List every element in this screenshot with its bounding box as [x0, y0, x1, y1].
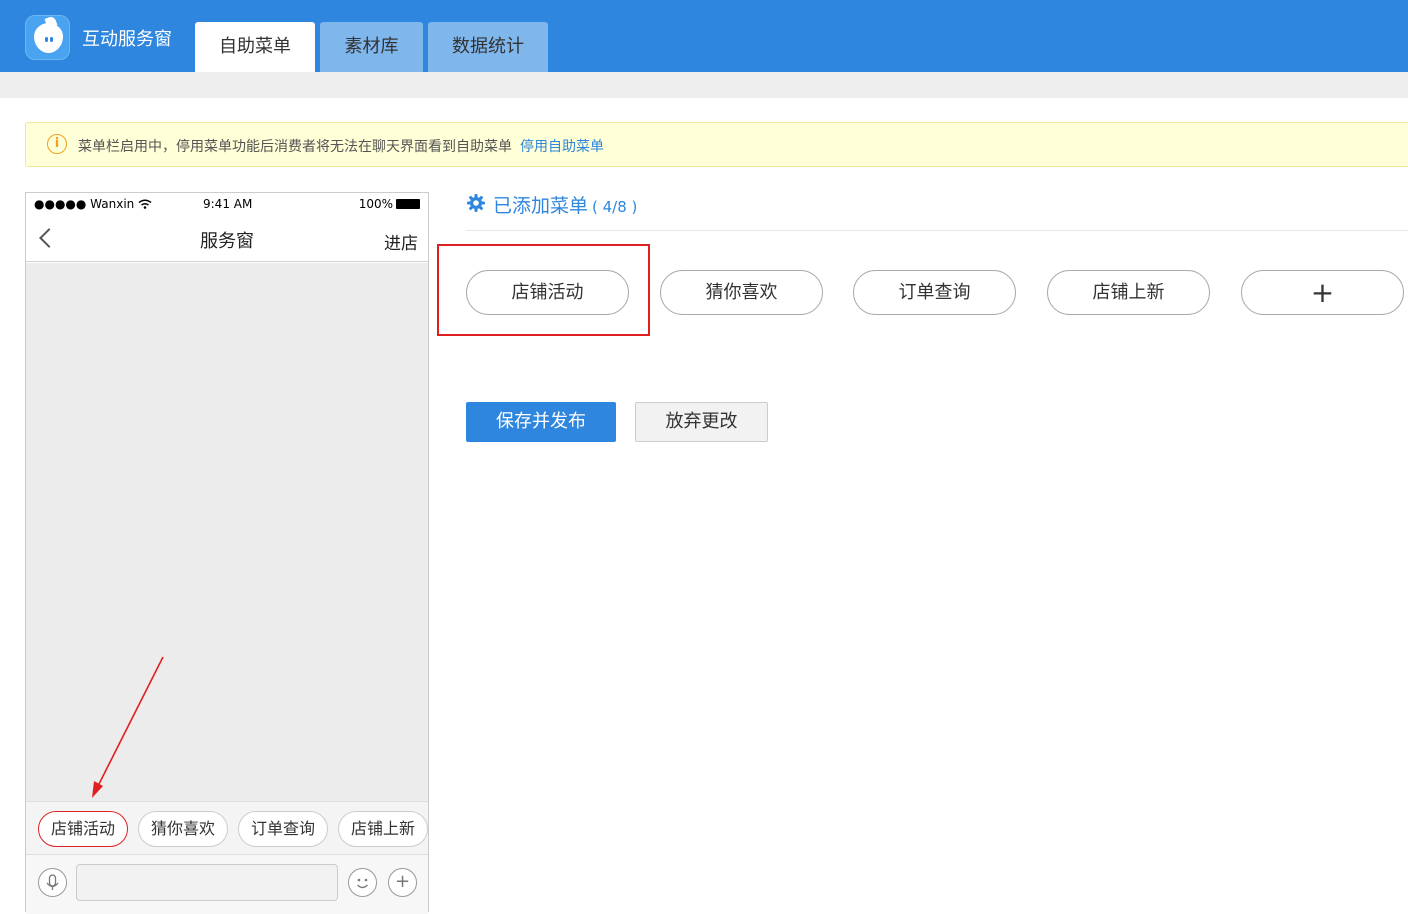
message-input[interactable] — [76, 864, 338, 901]
phone-menu-chip[interactable]: 店铺上新 — [338, 811, 428, 847]
menu-count: ( 4/8 ) — [592, 198, 638, 216]
notice-message: 菜单栏启用中，停用菜单功能后消费者将无法在聊天界面看到自助菜单 — [78, 139, 512, 155]
section-title: 已添加菜单( 4/8 ) — [493, 195, 638, 217]
tab-data-statistics[interactable]: 数据统计 — [428, 22, 548, 72]
battery-icon — [396, 199, 420, 209]
phone-preview: ●●●●● Wanxin 9:41 AM 100% 服务窗 进店 店铺活动 猜你… — [25, 192, 429, 914]
add-menu-button[interactable]: + — [1241, 270, 1404, 315]
phone-menu-chip[interactable]: 猜你喜欢 — [138, 811, 228, 847]
notice-banner: i 菜单栏启用中，停用菜单功能后消费者将无法在聊天界面看到自助菜单 停用自助菜单 — [25, 122, 1408, 167]
phone-menu-strip: 店铺活动 猜你喜欢 订单查询 店铺上新 — [26, 801, 428, 854]
phone-input-bar: + — [26, 854, 428, 914]
app-title: 互动服务窗 — [82, 29, 172, 50]
emoji-icon[interactable] — [348, 868, 377, 897]
section-divider — [466, 230, 1408, 231]
menu-item-button[interactable]: 店铺上新 — [1047, 270, 1210, 315]
microphone-icon[interactable] — [38, 868, 67, 897]
phone-status-bar: ●●●●● Wanxin 9:41 AM 100% — [26, 193, 428, 215]
app-logo-icon — [25, 15, 70, 60]
tab-material-library[interactable]: 素材库 — [320, 22, 423, 72]
discard-changes-button[interactable]: 放弃更改 — [635, 402, 768, 442]
phone-nav-title: 服务窗 — [200, 231, 254, 252]
phone-nav-bar: 服务窗 进店 — [26, 215, 428, 262]
menu-item-button[interactable]: 订单查询 — [853, 270, 1016, 315]
gear-icon — [467, 194, 485, 212]
info-icon: i — [47, 134, 67, 154]
status-time: 9:41 AM — [203, 197, 253, 211]
carrier-label: ●●●●● Wanxin — [34, 197, 152, 211]
phone-menu-chip[interactable]: 店铺活动 — [38, 811, 128, 847]
save-publish-button[interactable]: 保存并发布 — [466, 402, 616, 442]
menu-item-button[interactable]: 猜你喜欢 — [660, 270, 823, 315]
add-attachment-icon[interactable]: + — [388, 868, 417, 897]
battery-indicator: 100% — [359, 197, 420, 211]
phone-menu-chip[interactable]: 订单查询 — [238, 811, 328, 847]
tab-self-service-menu[interactable]: 自助菜单 — [195, 22, 315, 72]
disable-menu-link[interactable]: 停用自助菜单 — [520, 139, 604, 155]
chat-area — [26, 263, 428, 801]
sub-bar — [0, 72, 1408, 98]
top-bar: 互动服务窗 自助菜单 素材库 数据统计 — [0, 0, 1408, 72]
wifi-icon — [138, 199, 152, 209]
menu-item-button[interactable]: 店铺活动 — [466, 270, 629, 315]
enter-shop-link[interactable]: 进店 — [384, 229, 418, 254]
